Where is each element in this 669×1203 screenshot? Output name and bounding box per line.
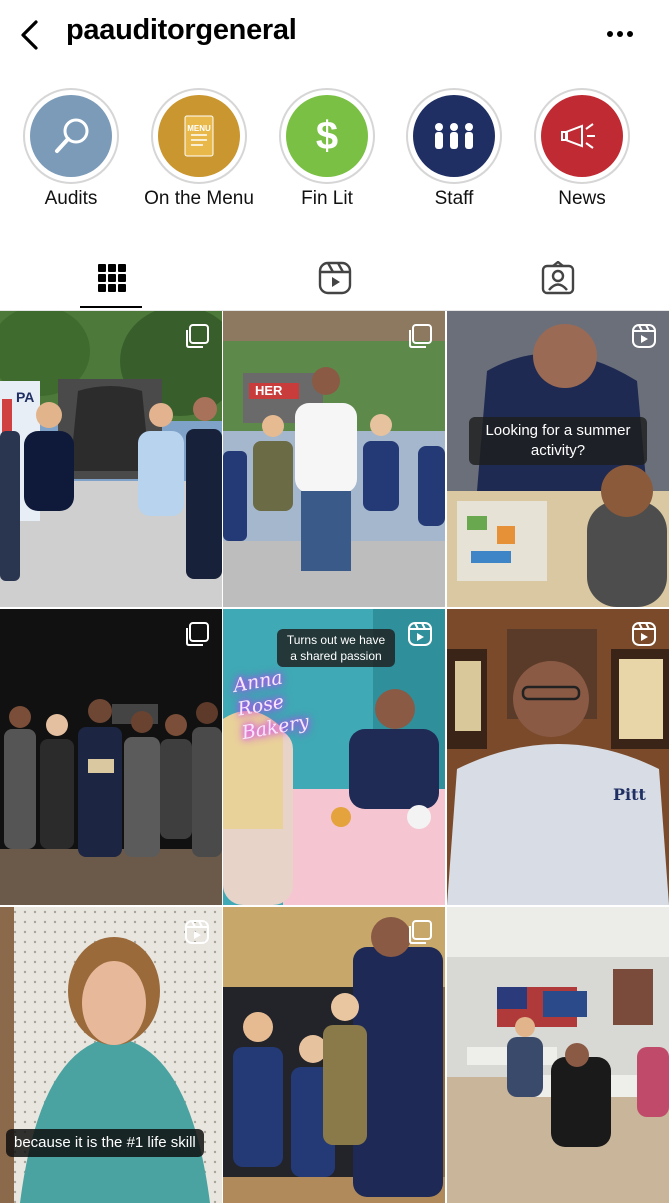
post-image: [223, 311, 445, 607]
back-button[interactable]: [14, 16, 48, 54]
shirt-logo-text: Pitt: [613, 785, 646, 804]
post-image: [0, 907, 222, 1203]
sign-text: HER: [255, 383, 283, 398]
active-tab-indicator: [80, 306, 142, 308]
highlight-audits[interactable]: Audits: [7, 88, 135, 210]
tab-tagged[interactable]: [446, 246, 669, 310]
post-image: [447, 907, 669, 1203]
carousel-icon: [409, 324, 432, 348]
post-image: [0, 609, 222, 905]
post-tile[interactable]: PA: [0, 311, 222, 607]
megaphone-icon: [561, 123, 595, 149]
post-image: [223, 907, 445, 1203]
dollar-icon: $: [315, 113, 339, 158]
profile-header: paauditorgeneral: [0, 0, 669, 70]
highlight-staff[interactable]: Staff: [390, 88, 518, 210]
profile-username: paauditorgeneral: [66, 14, 297, 46]
sign-text: PA: [16, 389, 35, 405]
highlight-label: Staff: [434, 188, 474, 209]
post-caption: Turns out we have a shared passion: [277, 629, 395, 667]
highlight-news[interactable]: News: [518, 88, 646, 210]
highlight-label: On the Menu: [144, 188, 254, 209]
story-highlights: Audits MENU On the Menu $ Fin Lit Staff …: [0, 88, 669, 228]
tab-reels[interactable]: [223, 246, 446, 310]
profile-tabs: [0, 246, 669, 311]
menu-icon-text: MENU: [187, 123, 211, 133]
post-tile[interactable]: Looking for a summer activity?: [447, 311, 669, 607]
more-horizontal-icon: [607, 31, 633, 37]
highlight-on-the-menu[interactable]: MENU On the Menu: [135, 88, 263, 210]
highlight-fin-lit[interactable]: $ Fin Lit: [263, 88, 391, 210]
reels-badge-icon: [632, 622, 656, 646]
tagged-person-icon: [541, 261, 574, 295]
highlight-label: News: [558, 188, 606, 209]
highlight-label: Fin Lit: [301, 188, 353, 209]
post-tile[interactable]: HER: [223, 311, 445, 607]
reels-badge-icon: [185, 920, 209, 944]
post-image: [0, 311, 222, 607]
reels-badge-icon: [632, 324, 656, 348]
tab-posts[interactable]: [0, 246, 223, 310]
post-tile[interactable]: Pitt: [447, 609, 669, 905]
post-image: [447, 609, 669, 905]
people-icon: [435, 123, 473, 149]
post-tile[interactable]: Anna Rose Bakery Turns out we have a sha…: [223, 609, 445, 905]
menu-card-icon: [184, 115, 214, 157]
post-tile[interactable]: because it is the #1 life skill: [0, 907, 222, 1203]
reels-icon: [318, 261, 351, 295]
post-tile[interactable]: [447, 907, 669, 1203]
chevron-left-icon: [21, 20, 38, 50]
carousel-icon: [186, 324, 209, 348]
post-tile[interactable]: [0, 609, 222, 905]
post-caption: Looking for a summer activity?: [469, 417, 647, 465]
highlight-label: Audits: [44, 188, 98, 209]
carousel-icon: [409, 920, 432, 944]
post-caption: because it is the #1 life skill: [6, 1129, 204, 1157]
magnifier-icon: [55, 118, 89, 153]
reels-badge-icon: [408, 622, 432, 646]
carousel-icon: [186, 622, 209, 646]
post-tile[interactable]: [223, 907, 445, 1203]
more-options-button[interactable]: [600, 22, 640, 46]
grid-icon: [97, 264, 126, 292]
